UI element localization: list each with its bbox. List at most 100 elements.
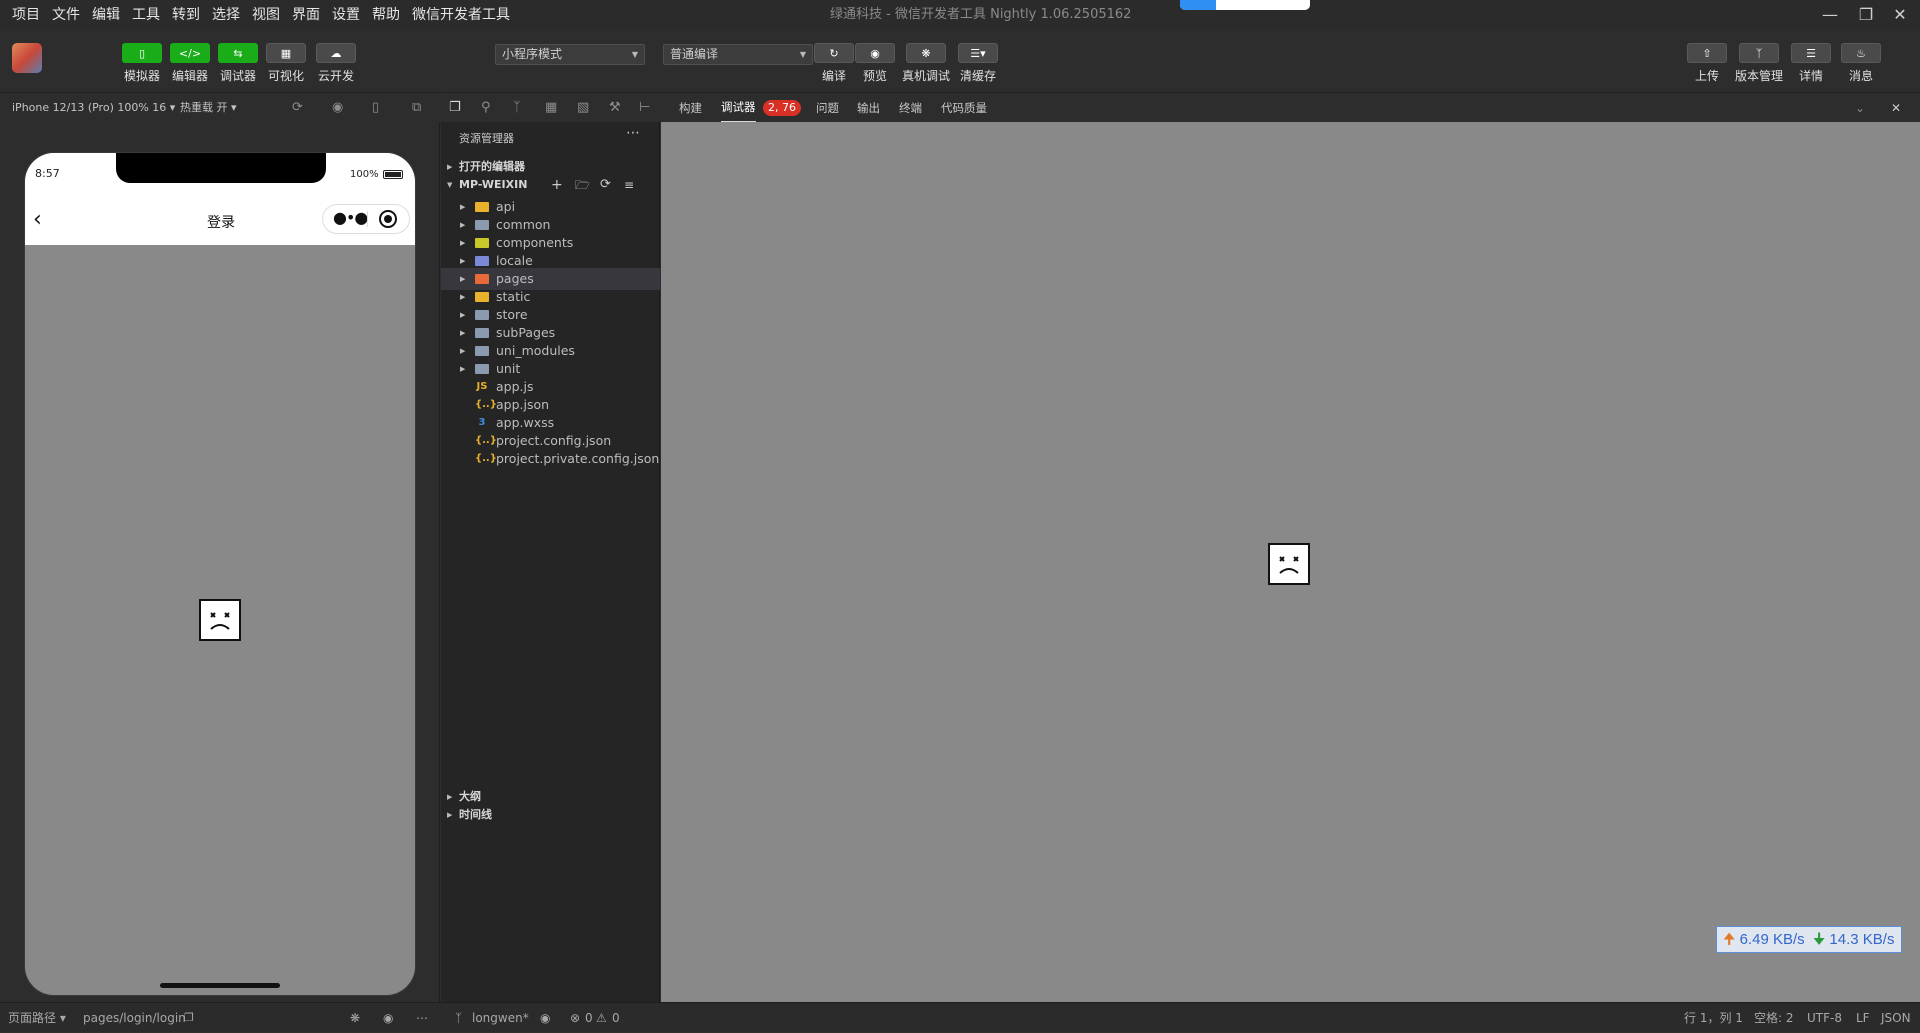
broken-image-icon xyxy=(199,599,241,641)
menu-tools[interactable]: 工具 xyxy=(127,0,165,30)
device-bar: iPhone 12/13 (Pro) 100% 16 ▾ 热重载 开 ▾ ⟳ ◉… xyxy=(0,92,440,122)
folder-icon xyxy=(475,328,489,338)
split-icon[interactable]: ⊢ xyxy=(639,93,650,123)
eye-icon[interactable]: ◉ xyxy=(383,1003,393,1033)
menu-file[interactable]: 文件 xyxy=(47,0,85,30)
project-section[interactable]: ▼ MP-WEIXIN + 🗁 ⟳ ≡ xyxy=(441,174,660,196)
debugger-button[interactable]: ⇆ 调试器 xyxy=(213,43,263,84)
bell-icon: ♨ xyxy=(1841,43,1881,63)
more-icon[interactable]: ●•● xyxy=(333,208,368,227)
debugger-label: 调试器 xyxy=(219,69,256,83)
home-indicator xyxy=(160,983,280,988)
search-icon[interactable]: ⚲ xyxy=(481,93,491,123)
tab-code-quality[interactable]: 代码质量 xyxy=(941,93,987,123)
details-button[interactable]: ☰ 详情 xyxy=(1786,43,1836,84)
real-device-debug-label: 真机调试 xyxy=(901,69,950,83)
chevron-down-icon[interactable]: ⌄ xyxy=(1855,93,1865,123)
language-mode[interactable]: JSON xyxy=(1881,1003,1911,1033)
real-device-debug-button[interactable]: ❋ 真机调试 xyxy=(901,43,951,84)
minimize-icon[interactable]: — xyxy=(1810,0,1850,30)
tree-file[interactable]: {..} project.private.config.json xyxy=(441,448,660,470)
folder-icon xyxy=(475,220,489,230)
more-options-icon[interactable]: ⋯ xyxy=(626,125,640,141)
error-count[interactable]: 0 xyxy=(585,1003,593,1033)
files-icon[interactable]: ❐ xyxy=(449,93,461,123)
mode-select-value: 小程序模式 xyxy=(502,47,563,61)
upload-button[interactable]: ⇧ 上传 xyxy=(1682,43,1732,84)
menu-help[interactable]: 帮助 xyxy=(367,0,405,30)
mode-select[interactable]: 小程序模式 ▼ xyxy=(495,44,645,65)
outline-label: 大纲 xyxy=(459,790,481,803)
bug-icon[interactable]: ❋ xyxy=(350,1003,360,1033)
warning-count[interactable]: 0 xyxy=(612,1003,620,1033)
sync-icon[interactable]: ◉ xyxy=(540,1003,550,1033)
timeline-label: 时间线 xyxy=(459,808,492,821)
more-icon[interactable]: ⋯ xyxy=(416,1003,428,1033)
new-file-icon[interactable]: + xyxy=(551,174,563,196)
cursor-position[interactable]: 行 1，列 1 xyxy=(1684,1003,1743,1033)
branch-icon: ᛉ xyxy=(1739,43,1779,63)
branch-icon: ᛉ xyxy=(455,1011,463,1025)
menu-view[interactable]: 视图 xyxy=(247,0,285,30)
rotate-icon[interactable]: ⟳ xyxy=(292,93,303,123)
copy-icon[interactable]: ❐ xyxy=(184,1003,194,1033)
detach-window-icon[interactable]: ⧉ xyxy=(412,93,421,123)
git-branch[interactable]: longwen* xyxy=(472,1003,529,1033)
cloud-button[interactable]: ☁ 云开发 xyxy=(311,43,361,84)
clear-cache-button[interactable]: ☰▾ 清缓存 xyxy=(953,43,1003,84)
menu-edit[interactable]: 编辑 xyxy=(87,0,125,30)
window-title: 绿通科技 - 微信开发者工具 Nightly 1.06.2505162 xyxy=(830,7,1132,22)
tab-build[interactable]: 构建 xyxy=(679,93,702,123)
compile-select[interactable]: 普通编译 ▼ xyxy=(663,44,813,65)
caret-down-icon: ▼ xyxy=(799,50,806,59)
hot-reload-toggle[interactable]: 热重载 开 ▾ xyxy=(180,93,237,123)
simulator-label: 模拟器 xyxy=(123,69,160,83)
debug-arrows-icon: ⇆ xyxy=(218,43,258,63)
new-folder-icon[interactable]: 🗁 xyxy=(575,174,590,196)
avatar[interactable] xyxy=(12,43,42,73)
phone-outline-icon[interactable]: ▯ xyxy=(372,93,379,123)
menu-settings[interactable]: 设置 xyxy=(327,0,365,30)
menu-project[interactable]: 项目 xyxy=(7,0,45,30)
source-control-icon[interactable]: ᛉ xyxy=(513,93,521,123)
upload-speed: 6.49 KB/s xyxy=(1739,931,1805,948)
progress-pill xyxy=(1180,0,1310,10)
messages-button[interactable]: ♨ 消息 xyxy=(1836,43,1886,84)
tab-debugger[interactable]: 调试器 xyxy=(721,93,756,123)
indent-spaces[interactable]: 空格: 2 xyxy=(1754,1003,1794,1033)
image-icon[interactable]: ▧ xyxy=(577,93,589,123)
close-icon[interactable]: ✕ xyxy=(1880,0,1920,30)
editor-button[interactable]: </> 编辑器 xyxy=(165,43,215,84)
refresh-tree-icon[interactable]: ⟳ xyxy=(600,174,611,196)
activity-bar: ❐ ⚲ ᛉ ▦ ▧ ⚒ ⊢ xyxy=(441,92,661,122)
encoding[interactable]: UTF-8 xyxy=(1807,1003,1842,1033)
tab-problems[interactable]: 问题 xyxy=(816,93,839,123)
menu-wechat-devtools[interactable]: 微信开发者工具 xyxy=(407,0,515,30)
open-editors-label: 打开的编辑器 xyxy=(459,160,525,173)
page-path-label[interactable]: 页面路径 ▾ xyxy=(8,1003,66,1033)
preview-button[interactable]: ◉ 预览 xyxy=(850,43,900,84)
close-capsule-icon[interactable] xyxy=(379,210,397,228)
collapse-all-icon[interactable]: ≡ xyxy=(624,174,634,196)
simulator-button[interactable]: ▯ 模拟器 xyxy=(117,43,167,84)
docker-icon[interactable]: ⚒ xyxy=(609,93,621,123)
phone-notch xyxy=(116,153,326,183)
record-icon[interactable]: ◉ xyxy=(332,93,343,123)
network-speed-widget: 🠉 6.49 KB/s 🠋 14.3 KB/s xyxy=(1716,926,1902,953)
close-panel-icon[interactable]: ✕ xyxy=(1891,93,1901,123)
tab-output[interactable]: 输出 xyxy=(857,93,880,123)
tab-terminal[interactable]: 终端 xyxy=(899,93,922,123)
end-of-line[interactable]: LF xyxy=(1856,1003,1870,1033)
folder-icon xyxy=(475,292,489,302)
folder-icon xyxy=(475,346,489,356)
menu-select[interactable]: 选择 xyxy=(207,0,245,30)
timeline-section[interactable]: ▶ 时间线 xyxy=(441,804,660,826)
version-control-button[interactable]: ᛉ 版本管理 xyxy=(1734,43,1784,84)
extensions-icon[interactable]: ▦ xyxy=(545,93,557,123)
visual-label: 可视化 xyxy=(267,69,304,83)
devtools-panel xyxy=(661,122,1920,1002)
menu-interface[interactable]: 界面 xyxy=(287,0,325,30)
visual-button[interactable]: ▦ 可视化 xyxy=(261,43,311,84)
menu-goto[interactable]: 转到 xyxy=(167,0,205,30)
device-select[interactable]: iPhone 12/13 (Pro) 100% 16 ▾ xyxy=(12,93,175,123)
